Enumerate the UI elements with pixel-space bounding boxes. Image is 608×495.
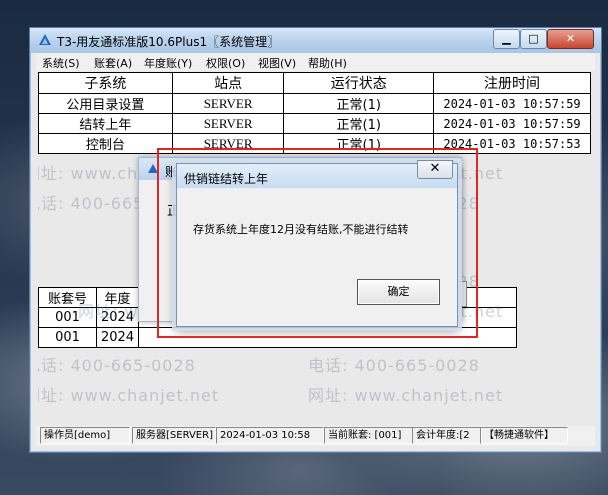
watermark-phone: 电话: 400-665-0028 xyxy=(308,356,480,375)
status-account: 当前账套: [001] xyxy=(324,427,417,444)
subsystem-table: 子系统 站点 运行状态 注册时间 公用目录设置 SERVER 正常(1) 202… xyxy=(38,72,591,154)
maximize-button[interactable]: □ xyxy=(520,29,547,49)
title-bar[interactable]: T3-用友通标准版10.6Plus1〖系统管理〗 ▁ □ ✕ xyxy=(30,28,601,53)
menu-system[interactable]: 系统(S) xyxy=(42,55,80,71)
status-cell: 正常(1) xyxy=(283,93,435,114)
subsystem-cell: 控制台 xyxy=(38,133,173,154)
column-header[interactable]: 注册时间 xyxy=(433,72,591,94)
column-header[interactable]: 站点 xyxy=(171,72,285,94)
watermark-site: 网址: www.chanjet.net xyxy=(38,386,220,405)
time-cell: 2024-01-03 10:57:59 xyxy=(433,113,591,134)
app-icon xyxy=(39,34,51,45)
close-button[interactable]: ✕ xyxy=(547,29,594,49)
menu-account[interactable]: 账套(A) xyxy=(94,55,132,71)
menu-permission[interactable]: 权限(O) xyxy=(206,55,245,71)
status-time: 2024-01-03 10:58 xyxy=(216,427,324,444)
menu-annual-account[interactable]: 年度账(Y) xyxy=(144,55,192,71)
account-no-cell: 001 xyxy=(38,307,97,328)
year-cell: 2024 xyxy=(95,327,140,348)
status-fiscal-year: 会计年度:[2 xyxy=(412,427,482,444)
subsystem-cell: 结转上年 xyxy=(38,113,173,134)
site-cell: SERVER xyxy=(171,113,285,134)
year-cell: 2024 xyxy=(95,307,140,328)
status-cell: 正常(1) xyxy=(283,113,435,134)
time-cell: 2024-01-03 10:57:59 xyxy=(433,93,591,114)
subsystem-cell: 公用目录设置 xyxy=(38,93,173,114)
status-bar: 操作员[demo] 服务器[SERVER] 2024-01-03 10:58 当… xyxy=(36,426,595,446)
menu-bar: 系统(S) 账套(A) 年度账(Y) 权限(O) 视图(V) 帮助(H) xyxy=(36,53,595,71)
menu-help[interactable]: 帮助(H) xyxy=(308,55,347,71)
column-header[interactable]: 账套号 xyxy=(38,287,97,308)
column-header[interactable]: 子系统 xyxy=(38,72,173,94)
column-header[interactable]: 运行状态 xyxy=(283,72,435,94)
status-operator: 操作员[demo] xyxy=(40,427,130,444)
minimize-button[interactable]: ▁ xyxy=(493,29,520,49)
site-cell: SERVER xyxy=(171,93,285,114)
window-title: T3-用友通标准版10.6Plus1〖系统管理〗 xyxy=(57,35,280,49)
highlight-box xyxy=(157,148,478,338)
column-header[interactable]: 年度 xyxy=(95,287,140,308)
table-row[interactable]: 公用目录设置 SERVER 正常(1) 2024-01-03 10:57:59 xyxy=(38,93,591,114)
status-server: 服务器[SERVER] xyxy=(132,427,216,444)
watermark-phone: 电话: 400-665-0028 xyxy=(38,356,196,375)
account-no-cell: 001 xyxy=(38,327,97,348)
table-row[interactable]: 结转上年 SERVER 正常(1) 2024-01-03 10:57:59 xyxy=(38,113,591,134)
menu-view[interactable]: 视图(V) xyxy=(258,55,296,71)
table-header-row: 子系统 站点 运行状态 注册时间 xyxy=(38,72,591,94)
watermark-site: 网址: www.chanjet.net xyxy=(308,386,504,405)
status-brand: 【畅捷通软件】 xyxy=(480,427,568,444)
